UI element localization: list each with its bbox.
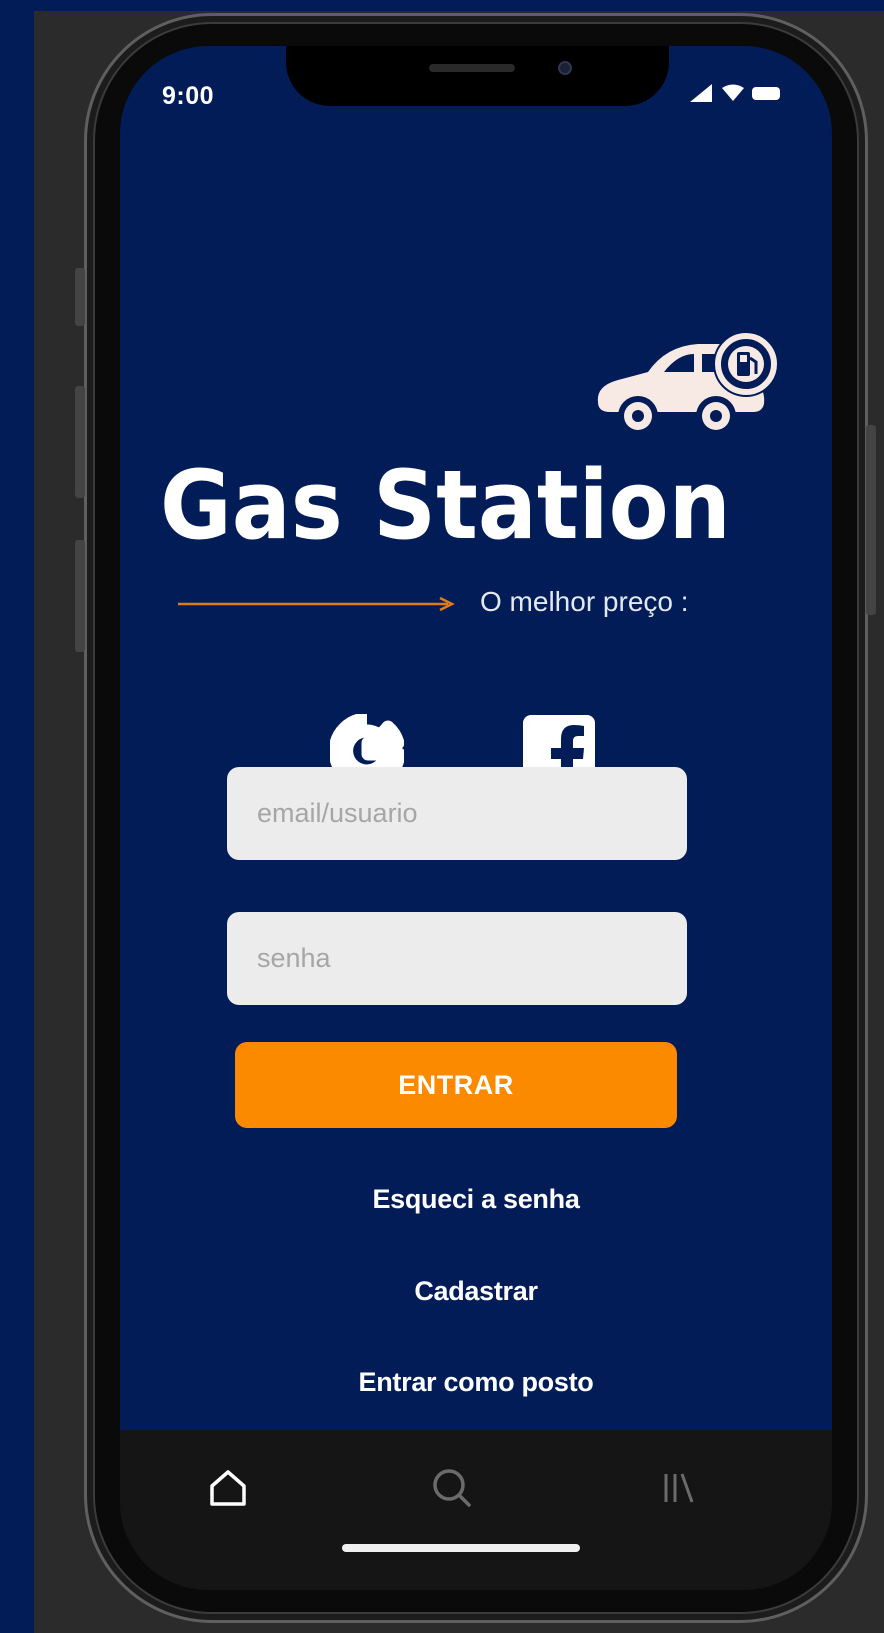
brand-tagline: O melhor preço : bbox=[480, 586, 689, 617]
phone-mute-switch bbox=[75, 268, 85, 326]
front-camera bbox=[558, 61, 572, 75]
bottom-tab-bar bbox=[120, 1430, 832, 1590]
status-time: 9:00 bbox=[162, 82, 215, 110]
arrow-decoration bbox=[178, 596, 455, 612]
tab-library[interactable] bbox=[648, 1458, 708, 1518]
email-input[interactable] bbox=[227, 767, 687, 860]
app-screen: 9:00 Gas Station O melhor preço: email/… bbox=[120, 46, 832, 1590]
stage: 9:00 Gas Station O melhor preço: email/… bbox=[0, 0, 884, 1633]
background-strip-top bbox=[0, 0, 884, 11]
home-indicator bbox=[342, 1544, 580, 1552]
password-input[interactable] bbox=[227, 912, 687, 1005]
forgot-password-link[interactable]: Esqueci a senha bbox=[120, 1184, 832, 1215]
phone-volume-up-button bbox=[75, 386, 85, 498]
signal-icon bbox=[690, 84, 712, 102]
login-button[interactable]: ENTRAR bbox=[235, 1042, 677, 1128]
brand-title: Gas Station bbox=[160, 451, 731, 561]
home-icon bbox=[210, 1470, 246, 1506]
tab-search[interactable] bbox=[422, 1458, 482, 1518]
speaker-grille bbox=[429, 64, 515, 72]
car-fuel-icon bbox=[597, 331, 779, 436]
background-strip-left bbox=[0, 0, 34, 1633]
status-icons bbox=[690, 84, 780, 102]
phone-power-button bbox=[866, 425, 876, 615]
search-icon bbox=[433, 1469, 471, 1507]
library-icon bbox=[664, 1473, 694, 1503]
wifi-icon bbox=[722, 84, 744, 101]
login-as-station-link[interactable]: Entrar como posto bbox=[120, 1367, 832, 1398]
register-link[interactable]: Cadastrar bbox=[120, 1276, 832, 1307]
tab-home[interactable] bbox=[198, 1458, 258, 1518]
phone-volume-down-button bbox=[75, 540, 85, 652]
battery-icon bbox=[752, 87, 780, 100]
phone-notch bbox=[286, 46, 669, 106]
